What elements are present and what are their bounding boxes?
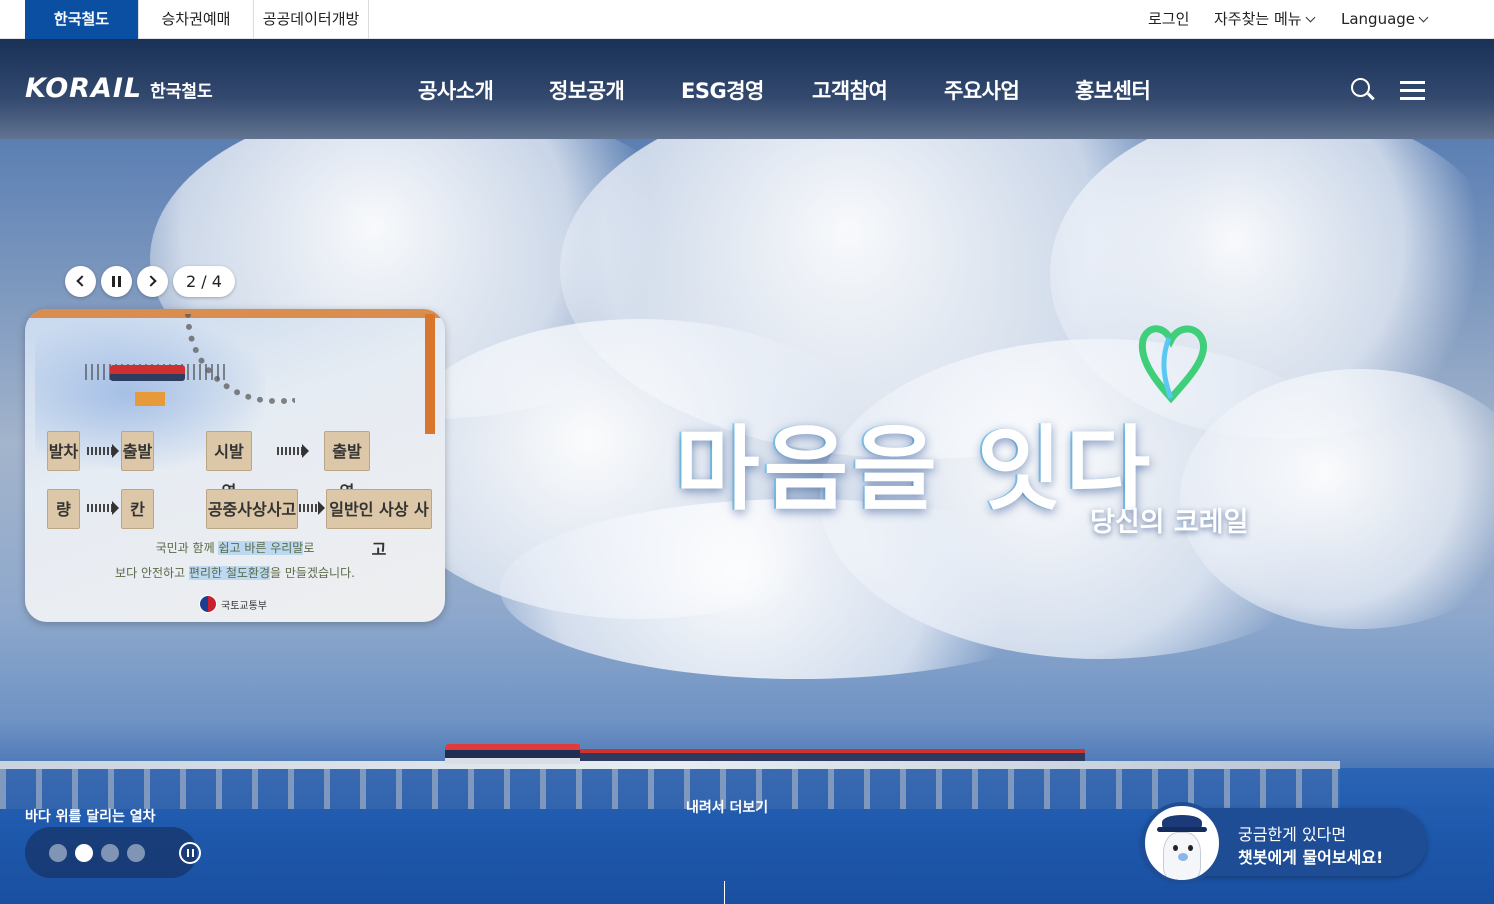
hero-dot[interactable] — [101, 844, 119, 862]
chevron-down-icon — [1305, 12, 1316, 23]
term-tag: 량 — [47, 489, 80, 529]
site-tab-korail[interactable]: 한국철도 — [25, 0, 139, 39]
hero-caption: 바다 위를 달리는 열차 — [25, 809, 156, 825]
nav-item-about[interactable]: 공사소개 — [418, 75, 494, 105]
chatbot-text-line2: 챗봇에게 물어보세요! — [1238, 848, 1384, 867]
logo-wordmark: KORAIL — [25, 73, 143, 104]
logo-korean: 한국철도 — [150, 82, 213, 102]
ministry-logo: 국토교통부 — [199, 595, 267, 613]
hero-dot[interactable] — [127, 844, 145, 862]
popup-message-line2: 보다 안전하고 편리한 철도환경을 만들겠습니다. — [115, 566, 355, 580]
platform-illustration — [135, 392, 165, 406]
popup-next-button[interactable] — [137, 266, 168, 297]
korail-logo[interactable]: KORAIL 한국철도 — [25, 73, 213, 104]
nav-item-participation[interactable]: 고객참여 — [812, 75, 888, 105]
train-illustration — [110, 365, 185, 381]
train-cars — [580, 749, 1085, 761]
hero-dot[interactable] — [49, 844, 67, 862]
popup-message-line1: 국민과 함께 쉽고 바른 우리말로 — [155, 541, 315, 555]
term-tag: 공중사상사고 — [206, 489, 298, 529]
term-tag: 일반인 사상 사고 — [326, 489, 432, 559]
language-label: Language — [1341, 10, 1416, 28]
popup-prev-button[interactable] — [65, 266, 96, 297]
favorites-menu[interactable]: 자주찾는 메뉴 — [1214, 0, 1316, 39]
search-icon[interactable] — [1350, 77, 1376, 103]
pause-icon — [187, 849, 189, 857]
main-header: KORAIL 한국철도 공사소개 정보공개 ESG경영 고객참여 주요사업 홍보… — [0, 39, 1494, 139]
bridge-arches — [0, 769, 1340, 809]
nav-item-pr-center[interactable]: 홍보센터 — [1075, 75, 1151, 105]
heart-icon — [1138, 325, 1208, 404]
term-tag: 시발역 — [206, 431, 252, 501]
ministry-name: 국토교통부 — [221, 600, 267, 612]
nav-item-esg[interactable]: ESG경영 — [681, 75, 764, 105]
arrow-right-icon — [87, 501, 119, 515]
term-tag: 발차 — [47, 431, 80, 471]
chevron-right-icon — [145, 275, 157, 287]
arrow-right-icon — [87, 444, 119, 458]
popup-counter: 2 / 4 — [173, 266, 235, 297]
chatbot-text-line1: 궁금한게 있다면 — [1238, 825, 1347, 844]
chevron-left-icon — [76, 275, 88, 287]
site-tab-ticket[interactable]: 승차권예매 — [139, 0, 254, 39]
scroll-indicator-line — [724, 881, 725, 904]
hero-slogan-sub: 당신의 코레일 — [1090, 507, 1249, 538]
popup-side-bar — [425, 314, 435, 434]
nav-item-disclosure[interactable]: 정보공개 — [549, 75, 625, 105]
popup-banner[interactable]: 발차 출발 시발역 출발역 량 칸 공중사상사고 일반인 사상 사고 국민과 함… — [25, 309, 445, 622]
hero-pagination — [25, 827, 201, 878]
pause-icon — [112, 276, 115, 287]
hero-dot-active[interactable] — [75, 844, 93, 862]
taeguk-emblem-icon — [199, 595, 217, 613]
term-tag: 출발 — [121, 431, 154, 471]
train-locomotive — [445, 744, 580, 764]
chatbot-button[interactable]: 궁금한게 있다면 챗봇에게 물어보세요! — [1141, 802, 1427, 884]
hero-pause-button[interactable] — [179, 842, 201, 864]
arrow-right-icon — [299, 501, 325, 515]
term-tag: 출발역 — [324, 431, 370, 501]
nav-item-business[interactable]: 주요사업 — [944, 75, 1020, 105]
hamburger-menu-icon[interactable] — [1400, 81, 1426, 101]
login-link[interactable]: 로그인 — [1148, 0, 1189, 39]
scroll-more-label[interactable]: 내려서 더보기 — [686, 797, 768, 817]
hero-slogan: 마음을 잇다 — [675, 415, 1155, 523]
chatbot-mascot-icon — [1141, 802, 1223, 884]
popup-pause-button[interactable] — [101, 266, 132, 297]
language-menu[interactable]: Language — [1341, 0, 1429, 39]
favorites-label: 자주찾는 메뉴 — [1214, 10, 1302, 28]
term-tag: 칸 — [121, 489, 154, 529]
chevron-down-icon — [1418, 12, 1429, 23]
utility-bar: 한국철도 승차권예매 공공데이터개방 로그인 자주찾는 메뉴 Language — [0, 0, 1494, 39]
arrow-right-icon — [277, 444, 309, 458]
train-image — [445, 744, 1085, 764]
site-tab-open-data[interactable]: 공공데이터개방 — [254, 0, 369, 39]
